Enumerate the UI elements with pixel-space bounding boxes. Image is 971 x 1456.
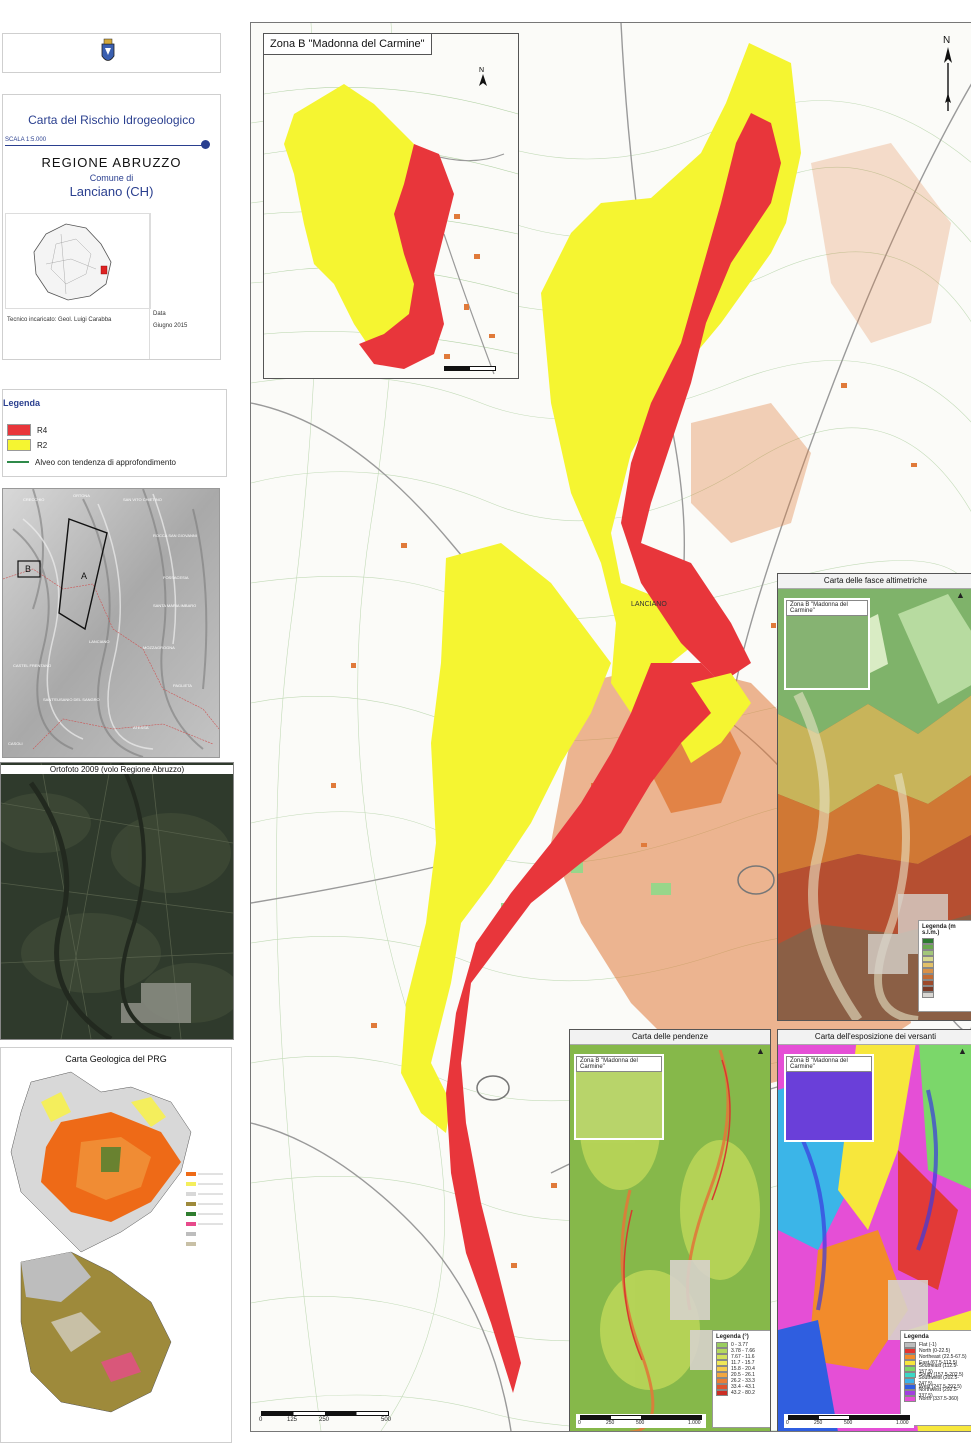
date-value: Giugno 2015 xyxy=(153,323,188,329)
svg-text:MOZZAGROGNA: MOZZAGROGNA xyxy=(143,645,175,650)
date-divider xyxy=(149,307,150,359)
svg-text:ORTONA: ORTONA xyxy=(73,493,90,498)
slopes-scalebar: 0 250 500 1.000 xyxy=(576,1414,706,1428)
svg-text:CRECCHIO: CRECCHIO xyxy=(23,497,44,502)
svg-text:SAN VITO CHIETINO: SAN VITO CHIETINO xyxy=(123,497,162,502)
aspect-scale-1000: 1.000 xyxy=(896,1420,909,1426)
map-title: Carta del Rischio Idrogeologico xyxy=(28,113,195,127)
scale-rule xyxy=(5,145,205,146)
zona-b-title: Zona B "Madonna del Carmine" xyxy=(264,34,432,55)
svg-text:ROCCA SAN GIOVANNI: ROCCA SAN GIOVANNI xyxy=(153,533,197,538)
aspect-scale-500: 500 xyxy=(844,1420,853,1426)
region-name: REGIONE ABRUZZO xyxy=(41,155,182,170)
aspect-scale-250: 250 xyxy=(814,1420,823,1426)
slopes-scale-0: 0 xyxy=(578,1420,581,1426)
legend-item-r2: R2 xyxy=(7,437,47,453)
aspect-inset-label: Zona B "Madonna del Carmine" xyxy=(786,1056,872,1072)
title-box: Carta del Rischio Idrogeologico SCALA 1:… xyxy=(2,94,221,360)
aspect-scale-0: 0 xyxy=(786,1420,789,1426)
technician: Tecnico incaricato: Geol. Luigi Carabba xyxy=(7,317,112,323)
comune-label: Comune di xyxy=(89,173,134,183)
overview-relief-map: CRECCHIO ORTONA SAN VITO CHIETINO ROCCA SA… xyxy=(2,488,220,758)
overview-label-a: A xyxy=(81,571,88,581)
locator-map xyxy=(5,213,151,309)
scale-label: SCALA 1:5.000 xyxy=(5,137,47,143)
legend-box: Legenda R4 R2 Alveo con tendenza di appr… xyxy=(2,389,227,477)
r2-swatch xyxy=(7,439,31,451)
orthophoto-title: Ortofoto 2009 (volo Regione Abruzzo) xyxy=(1,765,233,774)
aspect-north-icon: ▲ xyxy=(958,1046,967,1056)
svg-text:SANT'EUSANIO DEL SANGRO: SANT'EUSANIO DEL SANGRO xyxy=(43,697,100,702)
slopes-inset-label: Zona B "Madonna del Carmine" xyxy=(576,1056,662,1072)
aspect-inset: Zona B "Madonna del Carmine" xyxy=(784,1054,874,1142)
aspect-legend-title: Legenda xyxy=(904,1334,929,1340)
slopes-scale-500: 500 xyxy=(636,1420,645,1426)
slopes-legend-title: Legenda (°) xyxy=(716,1334,749,1340)
zona-b-inset: Zona B "Madonna del Carmine" N xyxy=(263,33,519,379)
svg-text:FOSSACESIA: FOSSACESIA xyxy=(163,575,189,580)
svg-text:LANCIANO: LANCIANO xyxy=(89,639,109,644)
svg-text:PAGLIETA: PAGLIETA xyxy=(173,683,192,688)
legend-item-channel: Alveo con tendenza di approfondimento xyxy=(7,454,176,470)
svg-text:ATESSA: ATESSA xyxy=(133,725,149,730)
altimetric-north-icon: ▲ xyxy=(956,590,965,600)
scale-tick-250: 250 xyxy=(319,1417,330,1423)
channel-line-icon xyxy=(7,461,29,463)
aspect-scalebar: 0 250 500 1.000 xyxy=(784,1414,914,1428)
legend-r2-label: R2 xyxy=(37,440,48,450)
globe-icon xyxy=(201,140,210,149)
legend-channel-label: Alveo con tendenza di approfondimento xyxy=(35,457,176,467)
r4-swatch xyxy=(7,424,31,436)
aspect-title: Carta dell'esposizione dei versanti xyxy=(778,1030,971,1045)
slopes-scale-1000: 1.000 xyxy=(688,1420,701,1426)
inset-scalebar xyxy=(444,366,496,371)
altimetric-panel: Carta delle fasce altimetriche ▲ Zona B … xyxy=(777,573,971,1021)
geology-panel: Carta Geologica del PRG xyxy=(0,1047,232,1443)
scale-tick-0: 0 xyxy=(259,1417,263,1423)
aspect-legend: Legenda Flat (-1) North (0-22.5) Northea… xyxy=(900,1330,971,1426)
aspect-panel: Carta dell'esposizione dei versanti ▲ Zo… xyxy=(777,1029,971,1431)
slopes-legend: Legenda (°) 0 - 3.77 3.78 - 7.66 7.67 - … xyxy=(712,1330,770,1428)
slopes-inset: Zona B "Madonna del Carmine" xyxy=(574,1054,664,1140)
slopes-scale-250: 250 xyxy=(606,1420,615,1426)
main-map: LANCIANO N 0 125 250 500 Zona B "Madonna… xyxy=(250,22,971,1432)
main-scalebar: 0 125 250 500 xyxy=(259,1411,392,1425)
inset-north-icon: N xyxy=(476,64,490,90)
orthophoto-panel: Ortofoto 2009 (volo Regione Abruzzo) xyxy=(0,762,234,1040)
overview-label-b: B xyxy=(25,564,32,574)
legend-r4-label: R4 xyxy=(37,425,48,435)
logo-box xyxy=(2,33,221,73)
scale-tick-500: 500 xyxy=(381,1417,392,1423)
alt-class-10 xyxy=(922,992,968,998)
slopes-title: Carta delle pendenze xyxy=(570,1030,770,1045)
altimetric-inset-label: Zona B "Madonna del Carmine" xyxy=(786,600,868,616)
svg-text:CASOLI: CASOLI xyxy=(8,741,23,746)
legend-item-r4: R4 xyxy=(7,422,47,438)
scale-tick-125: 125 xyxy=(287,1417,298,1423)
comune-name: Lanciano (CH) xyxy=(69,184,154,199)
altimetric-legend-title: Legenda (m s.l.m.) xyxy=(922,924,956,936)
coat-of-arms-icon xyxy=(99,38,117,66)
svg-text:CASTEL FRENTANO: CASTEL FRENTANO xyxy=(13,663,51,668)
altimetric-title: Carta delle fasce altimetriche xyxy=(778,574,971,589)
locator-divider xyxy=(149,213,150,307)
slopes-north-icon: ▲ xyxy=(756,1046,765,1056)
legend-title: Legenda xyxy=(3,398,41,408)
north-arrow-icon: N xyxy=(937,33,959,113)
altimetric-inset: Zona B "Madonna del Carmine" xyxy=(784,598,870,690)
svg-text:SANTA MARIA IMBARO: SANTA MARIA IMBARO xyxy=(153,603,196,608)
altimetric-legend: Legenda (m s.l.m.) xyxy=(918,920,971,1012)
svg-text:N: N xyxy=(943,35,950,46)
slopes-panel: Carta delle pendenze ▲ Zona B "Madonna d… xyxy=(569,1029,771,1431)
date-label: Data xyxy=(153,311,166,317)
place-label-lanciano: LANCIANO xyxy=(631,601,667,608)
svg-text:N: N xyxy=(479,67,484,74)
slope-class-9: 43.2 - 80.2 xyxy=(716,1390,768,1396)
